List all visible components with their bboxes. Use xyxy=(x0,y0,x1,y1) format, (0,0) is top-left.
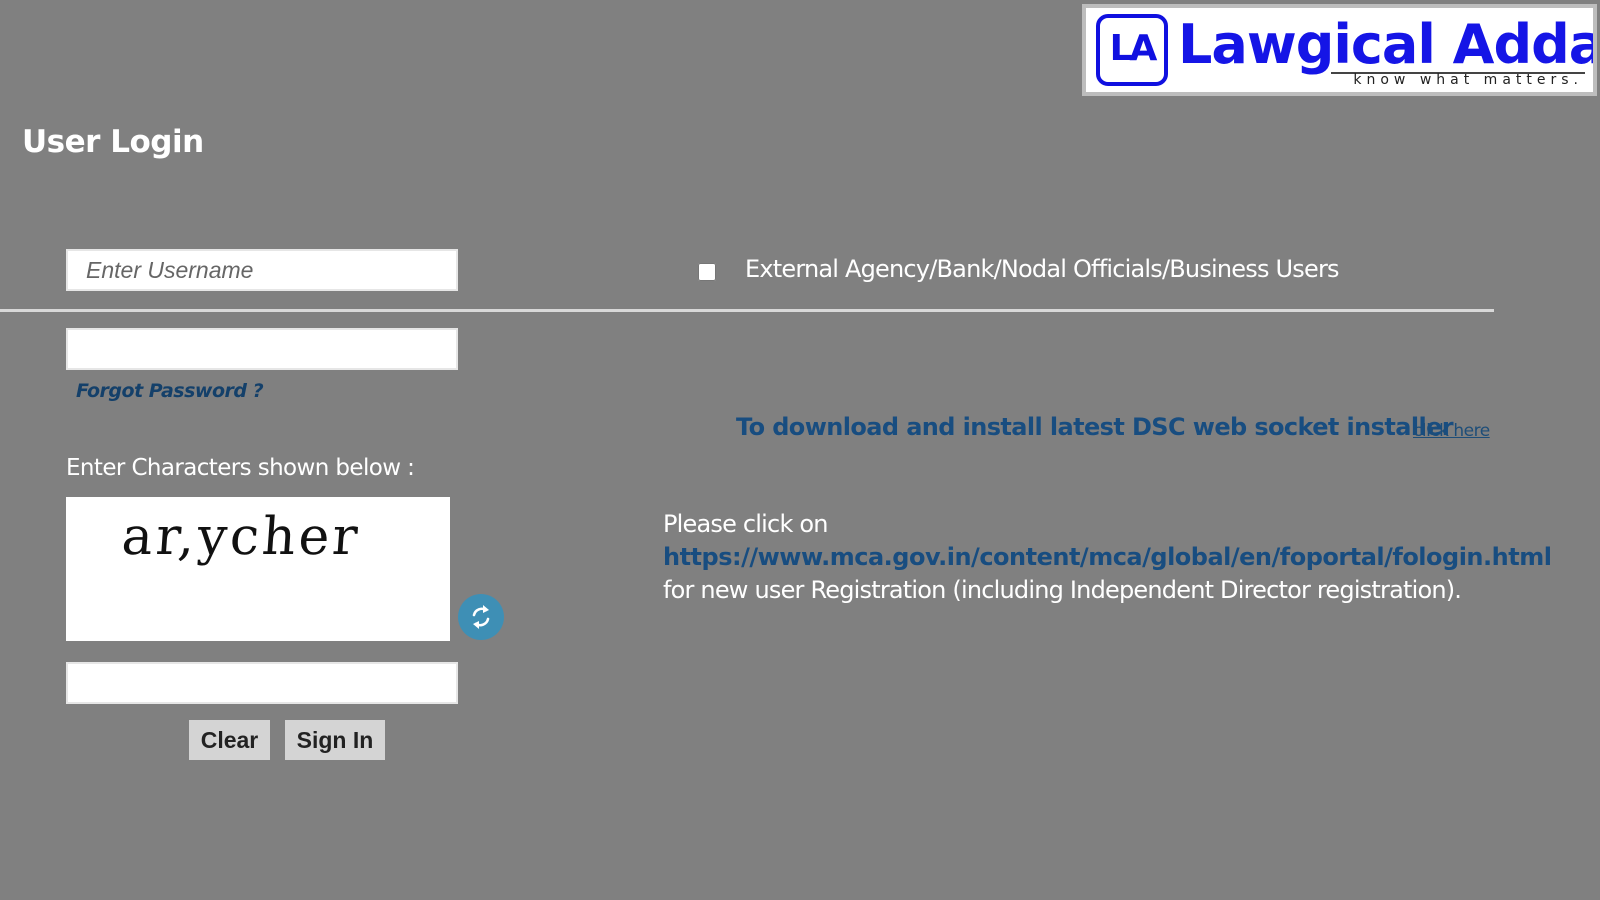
page-title: User Login xyxy=(22,124,204,160)
dsc-click-here-link[interactable]: click here xyxy=(1413,421,1490,441)
captcha-input[interactable] xyxy=(66,662,458,704)
brand-logo: LA Lawgical Adda know what matters. xyxy=(1082,4,1597,96)
logo-tagline: know what matters. xyxy=(1353,72,1583,88)
captcha-image: ar,ycher xyxy=(66,497,450,641)
captcha-text: ar,ycher xyxy=(119,507,363,567)
logo-brand-name: Lawgical Adda xyxy=(1178,13,1593,76)
username-input[interactable] xyxy=(66,249,458,291)
refresh-icon xyxy=(472,605,490,629)
clear-button[interactable]: Clear xyxy=(189,720,270,760)
captcha-label: Enter Characters shown below : xyxy=(66,455,415,481)
registration-info: Please click on https://www.mca.gov.in/c… xyxy=(663,508,1552,607)
registration-prefix: Please click on xyxy=(663,510,828,538)
external-users-checkbox[interactable] xyxy=(698,263,716,281)
forgot-password-link[interactable]: Forgot Password ? xyxy=(76,380,264,402)
registration-suffix: for new user Registration (including Ind… xyxy=(663,576,1462,604)
external-users-label[interactable]: External Agency/Bank/Nodal Officials/Bus… xyxy=(745,255,1340,283)
logo-mark-icon: LA xyxy=(1096,14,1168,86)
logo-panel: LA Lawgical Adda know what matters. xyxy=(1086,8,1593,92)
refresh-captcha-button[interactable] xyxy=(458,594,504,640)
registration-link[interactable]: https://www.mca.gov.in/content/mca/globa… xyxy=(663,543,1552,571)
password-input[interactable] xyxy=(66,328,458,370)
dsc-installer-text: To download and install latest DSC web s… xyxy=(736,413,1454,441)
divider xyxy=(0,309,1494,312)
sign-in-button[interactable]: Sign In xyxy=(285,720,385,760)
